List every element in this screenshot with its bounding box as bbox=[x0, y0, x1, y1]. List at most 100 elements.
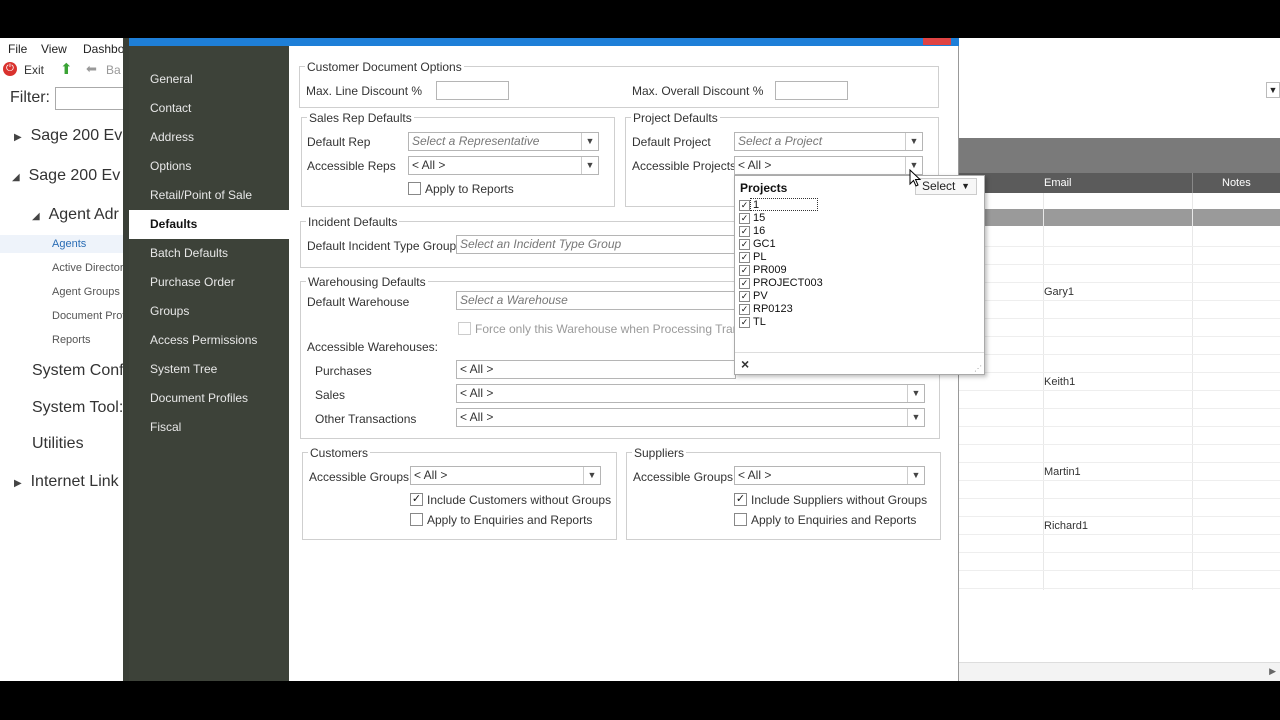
select-dropdown-button[interactable]: Select ▼ bbox=[915, 178, 977, 195]
expand-triangle-icon: ▶ bbox=[14, 478, 22, 489]
accessible-reps-combo[interactable]: < All > ▼ bbox=[408, 156, 599, 175]
sales-warehouse-combo[interactable]: < All > ▼ bbox=[456, 384, 925, 403]
nav-item-address[interactable]: Address bbox=[129, 123, 289, 152]
grid-cell-email[interactable]: Gary1 bbox=[1044, 286, 1074, 298]
apply-to-reports-checkbox[interactable] bbox=[408, 182, 421, 195]
tree-item-agent-groups[interactable]: Agent Groups bbox=[52, 286, 120, 298]
nav-item-retail[interactable]: Retail/Point of Sale bbox=[129, 181, 289, 210]
max-line-discount-input[interactable] bbox=[436, 81, 509, 100]
chevron-down-icon[interactable]: ▼ bbox=[905, 133, 922, 150]
other-transactions-label: Other Transactions bbox=[315, 412, 417, 426]
default-rep-combo[interactable]: Select a Representative ▼ bbox=[408, 132, 599, 151]
tree-item-document-profiles[interactable]: Document Prof bbox=[52, 310, 125, 322]
nav-item-defaults[interactable]: Defaults bbox=[129, 210, 289, 239]
default-warehouse-combo[interactable]: Select a Warehouse bbox=[456, 291, 736, 310]
tree-item-utilities[interactable]: Utilities bbox=[32, 435, 84, 453]
chevron-down-icon[interactable]: ▼ bbox=[583, 467, 600, 484]
grid-selected-row[interactable] bbox=[958, 209, 1280, 226]
tree-item-internet-links[interactable]: ▶ Internet Link bbox=[14, 473, 119, 491]
tree-item-sage200-1[interactable]: ▶ Sage 200 Ev bbox=[14, 127, 122, 145]
include-customers-checkbox[interactable]: ✓ bbox=[410, 493, 423, 506]
tree-item-system-config[interactable]: System Conf bbox=[32, 362, 124, 380]
project-checkbox[interactable]: ✓ bbox=[739, 317, 750, 328]
grid-cell-email[interactable]: Richard1 bbox=[1044, 520, 1088, 532]
tree-item-sage200-2[interactable]: ◢ Sage 200 Ev bbox=[12, 167, 120, 185]
project-checkbox[interactable]: ✓ bbox=[739, 278, 750, 289]
chevron-down-icon[interactable]: ▼ bbox=[907, 467, 924, 484]
nav-item-fiscal[interactable]: Fiscal bbox=[129, 413, 289, 442]
tree-item-active-directory[interactable]: Active Director bbox=[52, 262, 124, 274]
nav-item-document-profiles[interactable]: Document Profiles bbox=[129, 384, 289, 413]
default-project-combo[interactable]: Select a Project ▼ bbox=[734, 132, 923, 151]
column-divider bbox=[1192, 173, 1193, 193]
accessible-projects-combo[interactable]: < All > ▼ bbox=[734, 156, 923, 175]
grid-header-notes[interactable]: Notes bbox=[1222, 177, 1251, 189]
force-warehouse-checkbox[interactable] bbox=[458, 322, 471, 335]
close-button[interactable] bbox=[923, 38, 951, 45]
project-checkbox[interactable]: ✓ bbox=[739, 291, 750, 302]
other-transactions-warehouse-combo[interactable]: < All > ▼ bbox=[456, 408, 925, 427]
project-checkbox[interactable]: ✓ bbox=[739, 213, 750, 224]
include-suppliers-checkbox[interactable]: ✓ bbox=[734, 493, 747, 506]
nav-item-groups[interactable]: Groups bbox=[129, 297, 289, 326]
tree-item-system-tools[interactable]: System Tool: bbox=[32, 399, 123, 417]
project-checkbox[interactable]: ✓ bbox=[739, 265, 750, 276]
dialog-title-bar[interactable] bbox=[129, 38, 959, 46]
nav-item-system-tree[interactable]: System Tree bbox=[129, 355, 289, 384]
customer-apply-reports-checkbox[interactable] bbox=[410, 513, 423, 526]
project-label: TL bbox=[753, 316, 766, 328]
max-overall-discount-input[interactable] bbox=[775, 81, 848, 100]
menu-view[interactable]: View bbox=[41, 42, 67, 56]
horizontal-scrollbar[interactable]: ▶ bbox=[958, 662, 1280, 681]
close-icon[interactable]: × bbox=[741, 356, 749, 372]
filter-input[interactable] bbox=[55, 87, 125, 110]
combo-value: < All > bbox=[738, 158, 772, 172]
menu-dashboard[interactable]: Dashbo bbox=[83, 42, 124, 56]
grid-cell-email[interactable]: Keith1 bbox=[1044, 376, 1075, 388]
nav-item-batch-defaults[interactable]: Batch Defaults bbox=[129, 239, 289, 268]
project-checkbox[interactable]: ✓ bbox=[739, 226, 750, 237]
supplier-apply-reports-checkbox[interactable] bbox=[734, 513, 747, 526]
back-button[interactable]: Ba bbox=[106, 63, 121, 77]
chevron-down-icon[interactable]: ▼ bbox=[907, 385, 924, 402]
grid-cell-email[interactable]: Martin1 bbox=[1044, 466, 1081, 478]
nav-item-access-permissions[interactable]: Access Permissions bbox=[129, 326, 289, 355]
power-icon[interactable]: ⏻ bbox=[3, 62, 17, 76]
project-checkbox[interactable]: ✓ bbox=[739, 239, 750, 250]
nav-item-options[interactable]: Options bbox=[129, 152, 289, 181]
grid-header-email[interactable]: Email bbox=[1044, 177, 1072, 189]
supplier-groups-combo[interactable]: < All > ▼ bbox=[734, 466, 925, 485]
project-label: GC1 bbox=[753, 238, 776, 250]
dropdown-arrow-icon[interactable]: ▼ bbox=[1266, 82, 1280, 98]
tree-label: Sage 200 Ev bbox=[28, 167, 121, 184]
sales-label: Sales bbox=[315, 388, 346, 402]
incident-type-group-combo[interactable]: Select an Incident Type Group bbox=[456, 235, 736, 254]
up-arrow-icon[interactable]: ⬆ bbox=[60, 60, 73, 78]
chevron-down-icon[interactable]: ▼ bbox=[907, 409, 924, 426]
project-checkbox[interactable]: ✓ bbox=[739, 304, 750, 315]
nav-item-purchase-order[interactable]: Purchase Order bbox=[129, 268, 289, 297]
nav-item-contact[interactable]: Contact bbox=[129, 94, 289, 123]
exit-button[interactable]: Exit bbox=[24, 63, 44, 77]
nav-item-general[interactable]: General bbox=[129, 65, 289, 94]
expand-triangle-icon: ▶ bbox=[14, 132, 22, 143]
scroll-right-icon[interactable]: ▶ bbox=[1269, 666, 1276, 677]
tree-item-reports[interactable]: Reports bbox=[52, 334, 91, 346]
menu-file[interactable]: File bbox=[8, 42, 27, 56]
project-label: PROJECT003 bbox=[753, 277, 823, 289]
combo-value: < All > bbox=[460, 410, 494, 424]
customer-groups-combo[interactable]: < All > ▼ bbox=[410, 466, 601, 485]
purchases-warehouse-combo[interactable]: < All > bbox=[456, 360, 736, 379]
chevron-down-icon[interactable]: ▼ bbox=[581, 157, 598, 174]
chevron-down-icon[interactable]: ▼ bbox=[581, 133, 598, 150]
project-checkbox[interactable]: ✓ bbox=[739, 200, 750, 211]
combo-value: < All > bbox=[738, 468, 772, 482]
combo-placeholder: Select an Incident Type Group bbox=[460, 237, 622, 251]
back-arrow-icon[interactable]: ⬅ bbox=[86, 61, 97, 77]
grid-header-row: Email Notes bbox=[958, 173, 1280, 193]
resize-grip-icon[interactable]: ⋰ bbox=[974, 364, 982, 373]
tree-item-agent-admin[interactable]: ◢ Agent Adr bbox=[32, 206, 119, 224]
combo-value: < All > bbox=[412, 158, 446, 172]
project-checkbox[interactable]: ✓ bbox=[739, 252, 750, 263]
tree-item-agents[interactable]: Agents bbox=[52, 238, 86, 250]
